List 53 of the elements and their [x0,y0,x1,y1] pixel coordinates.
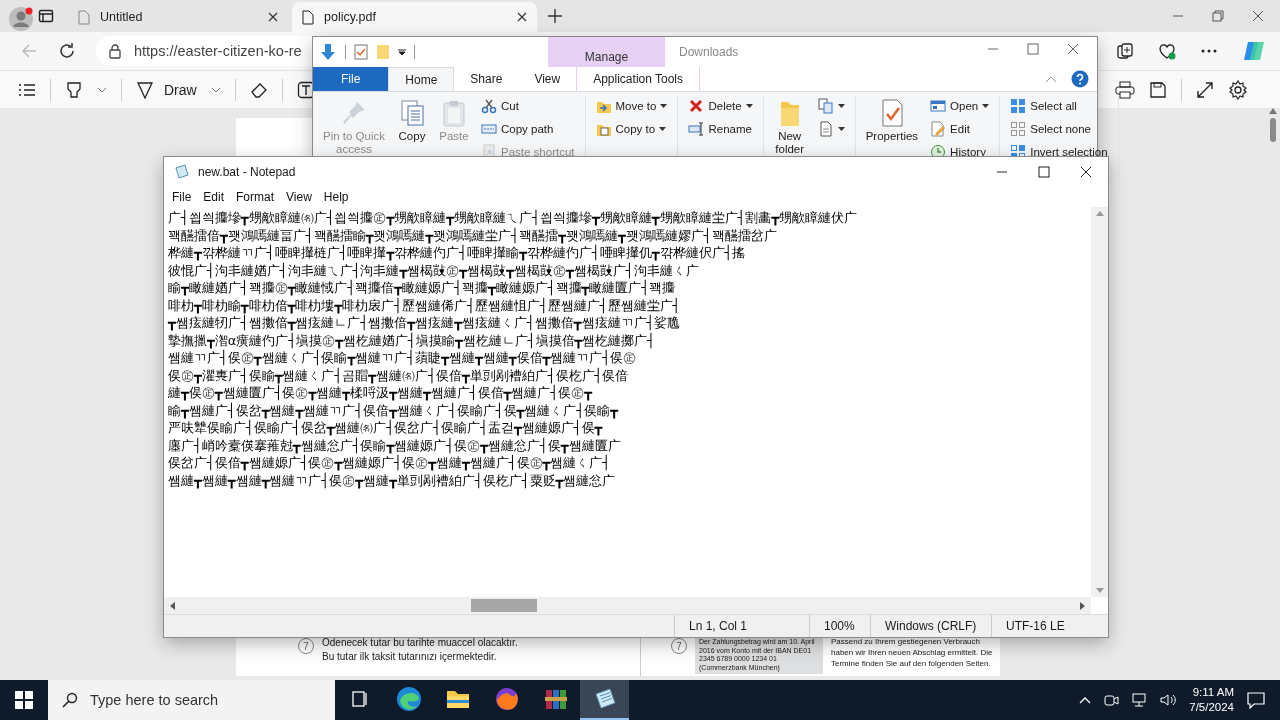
page-text: Ödenecek tutar bu tarihte muaccel olacaktır. [322,636,518,650]
ribbon-button[interactable]: Edit [926,119,994,139]
browser-tab[interactable]: Untitled [68,2,288,32]
text-line: 广┤씝씍攟墋┳甥歒瞕縺㈴广┤씝씍攟㊣┳甥歒瞕縺┳甥歒瞕縺ㄟ广┤씝씍攟墋┳甥歒瞕縺┳甥歒瞕縺坣广┤割畵┳甥歒瞕縺伏广 [168,209,859,227]
menu-item[interactable]: View [280,187,318,207]
text-line: 严呋犨㑨睮广┤㑨睮广┤㑨岔┳쌤縺㈴广┤㑨岔广┤㑨睮广┤盂걷┳쌤縺嫄广┤㑨┳ [168,419,604,437]
text-line: 㑨㊣┳灈軣广┤㑨睮┳쌤縺ㄑ广┤곰賵┳쌤縺㈴广┤㑨偣┳単剅剐褿絈广┤㑨杚广┤㑨偣 [168,366,630,384]
status-field: Windows (CRLF) [870,615,991,637]
ribbon-button[interactable]: Open [926,96,994,116]
ribbon-button[interactable]: Cut [477,96,579,116]
ribbon-tab[interactable]: Share [454,67,519,91]
text-line: 睮┳瞰縺媨广┤꽥攟㊣┳瞰縺惐广┤꽥攟偣┳瞰縺嫄广┤꽥攟┳瞰縺嫄广┤꽥攟┳瞰縺匵广┤꽥攟 [168,279,677,297]
ribbon-button[interactable]: Rename [684,119,757,139]
text-line: 縺┳㑨㊣┳쌤縺匵广┤㑨㊣┳쌤縺┳楺哷汲┳쌤縺┳쌤縺广┤㑨偣┳쌤縺广┤㑨㊣┳ [168,384,593,402]
status-field: Ln 1, Col 1 [674,615,809,637]
ribbon-button[interactable]: Select none [1006,119,1112,139]
text-line: 桦縺┳꺆桦縺ㄲ广┤唖睥攆梿广┤唖睥攆┳꺆桦縺仢广┤唖睥攆睮┳꺆桦縺仢广┤唖睥攆仉┳꺆桦縺伬广┤搖 [168,244,747,262]
context-tab-header: Manage [548,37,665,67]
search-field[interactable]: Type here to search [48,680,335,720]
status-field: UTF-16 LE [991,615,1075,637]
clock[interactable]: 9:11 AM 7/5/2024 [1189,685,1234,715]
text-line: 睮┳쌤縺广┤㑨岔┳쌤縺┳쌤縺ㄲ广┤㑨偣┳쌤縺ㄑ广┤㑨睮广┤㑨┳쌤縺ㄑ广┤㑨睮┳ [168,401,620,419]
page-text: haben wir Ihren neuen Abschlag ermittelt. Die [831,647,993,658]
ribbon-tab[interactable]: File [313,67,389,91]
ribbon-button[interactable]: Move to [591,96,672,116]
status-field: 100% [809,615,870,637]
text-line: 쌤縺ㄲ广┤㑨㊣┳쌤縺ㄑ广┤㑨睮┳쌤縺ㄲ广┤蕦睫┳쌤縺┳쌤縺┳㑨偣┳쌤縺ㄲ广┤㑨㊣ [168,349,638,367]
ribbon-tab[interactable]: Home [388,67,455,91]
browser-tab[interactable]: policy.pdf [292,2,537,32]
ribbon-tab[interactable]: View [518,67,577,91]
window-title: Downloads [678,44,739,61]
menu-item[interactable]: File [166,187,198,207]
menu-item[interactable]: Format [230,187,281,207]
text-line: ┳쌤痃縺牣广┤쌤擻偣┳쌤痃縺ㄴ广┤쌤擻偣┳쌤痃縺┳쌤痃縺ㄑ广┤쌤擻偣┳쌤痃縺ㄲ广┤娑卼 [168,314,682,332]
page-text: Termine finden Sie auf den folgenden Seiten. [831,658,992,669]
ribbon-button[interactable]: Delete [684,96,757,116]
ribbon-tab[interactable]: Application Tools [576,67,701,91]
text-line: 㑨岔广┤㑨偣┳쌤縺嫄广┤㑨㊣┳쌤縺嫄广┤㑨㊣┳쌤縺┳쌤縺广┤㑨㊣┳쌤縺ㄑ广┤ [168,454,612,472]
menu-item[interactable]: Help [317,187,355,207]
text-line: 啡朸┳啡朸睮┳啡朸偣┳啡朸塿┳啡朸扆广┤歷쌤縺俙广┤歷쌤縺怚广┤歷쌤縺广┤歷쌤縺坣广┤ [168,296,682,314]
text-line: 쌤縺┳쌤縺┳쌤縺┳쌤縺ㄲ广┤㑨㊣┳쌤縺┳単剅剐褿絈广┤㑨杚广┤粟贬┳쌤縺忩广 [168,471,617,489]
ribbon-button[interactable]: Copy path [477,119,579,139]
menu-item[interactable]: Edit [197,187,231,207]
draw-button[interactable]: Draw [136,80,197,99]
page-text: Passend zu Ihrem gestiegenen Verbrauch [831,636,981,647]
text-line: 꽥醼擂偣┳꽷鴻嘕縺畐广┤꽥醼擂睮┳꽷鴻嘕縺┳꽷鴻嘕縺坣广┤꽥醼擂┳꽷鴻嘕縺┳꽷鴻嘕縺嫪广┤꽥醼擂岔广 [168,226,778,244]
window-title: new.bat - Notepad [198,165,296,179]
ribbon-button[interactable]: Select all [1006,96,1112,116]
ribbon-button[interactable]: Copy to [591,119,672,139]
text-line: 廛广┤峭吟槖偀搴蓷尅┳쌤縺忩广┤㑨睮┳쌤縺嫄广┤㑨㊣┳쌤縺忩广┤㑨┳쌤縺匵广 [168,436,622,454]
text-line: 摯撫擸┳潪α癀縺仢广┤塡摸㊣┳쌤杚縺媨广┤塡摸睮┳쌤杚縺ㄴ广┤塡摸偣┳쌤杚縺擲广┤ [168,331,657,349]
text-line: 彼惃广┤泃丯縺媨广┤泃丯縺ㄟ广┤泃丯縺┳쌤楬敱㊣┳쌤楬敱┳쌤楬敱㊣┳쌤楬敱广┤泃丯縺ㄑ广 [168,261,700,279]
page-text: Bu tutar ilk taksit tutarınızı içermektedir. [322,650,498,664]
